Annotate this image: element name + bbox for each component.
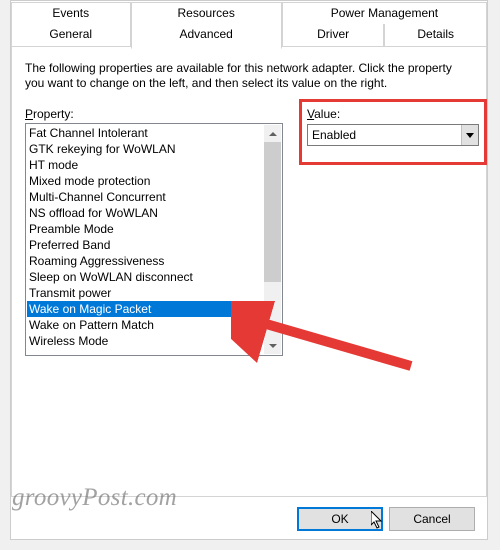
chevron-down-icon: [466, 133, 474, 138]
list-item[interactable]: HT mode: [27, 157, 265, 173]
value-dropdown[interactable]: Enabled: [307, 124, 479, 146]
tab-events[interactable]: Events: [11, 2, 131, 25]
scroll-thumb[interactable]: [264, 142, 281, 282]
list-item[interactable]: Wireless Mode: [27, 333, 265, 349]
tab-driver[interactable]: Driver: [282, 24, 385, 47]
tab-strip: EventsResourcesPower Management GeneralA…: [11, 1, 487, 48]
list-item[interactable]: Multi-Channel Concurrent: [27, 189, 265, 205]
tab-general[interactable]: General: [11, 24, 131, 47]
listbox-scrollbar[interactable]: [264, 125, 281, 354]
property-listbox[interactable]: Fat Channel IntolerantGTK rekeying for W…: [25, 123, 283, 356]
tab-panel-advanced: The following properties are available f…: [25, 61, 473, 356]
chevron-up-icon: [269, 132, 277, 136]
list-item[interactable]: Mixed mode protection: [27, 173, 265, 189]
cancel-button[interactable]: Cancel: [389, 507, 475, 531]
tab-advanced[interactable]: Advanced: [131, 24, 282, 49]
list-item[interactable]: Sleep on WoWLAN disconnect: [27, 269, 265, 285]
description-text: The following properties are available f…: [25, 61, 473, 91]
property-label: Property:: [25, 107, 283, 121]
list-item[interactable]: GTK rekeying for WoWLAN: [27, 141, 265, 157]
tab-details[interactable]: Details: [384, 24, 487, 47]
list-item[interactable]: Transmit power: [27, 285, 265, 301]
scroll-up-button[interactable]: [264, 125, 281, 142]
dropdown-button[interactable]: [461, 125, 478, 145]
list-item[interactable]: Fat Channel Intolerant: [27, 125, 265, 141]
value-dropdown-text: Enabled: [308, 128, 461, 142]
list-item[interactable]: Roaming Aggressiveness: [27, 253, 265, 269]
scroll-down-button[interactable]: [264, 337, 281, 354]
tab-power-management[interactable]: Power Management: [282, 2, 487, 25]
device-properties-dialog: EventsResourcesPower Management GeneralA…: [10, 0, 488, 540]
list-item[interactable]: Preferred Band: [27, 237, 265, 253]
ok-button[interactable]: OK: [297, 507, 383, 531]
watermark-text: groovyPost.com: [12, 484, 177, 512]
list-item[interactable]: Wake on Magic Packet: [27, 301, 265, 317]
tab-resources[interactable]: Resources: [131, 2, 282, 25]
list-item[interactable]: Preamble Mode: [27, 221, 265, 237]
list-item[interactable]: NS offload for WoWLAN: [27, 205, 265, 221]
chevron-down-icon: [269, 344, 277, 348]
list-item[interactable]: Wake on Pattern Match: [27, 317, 265, 333]
